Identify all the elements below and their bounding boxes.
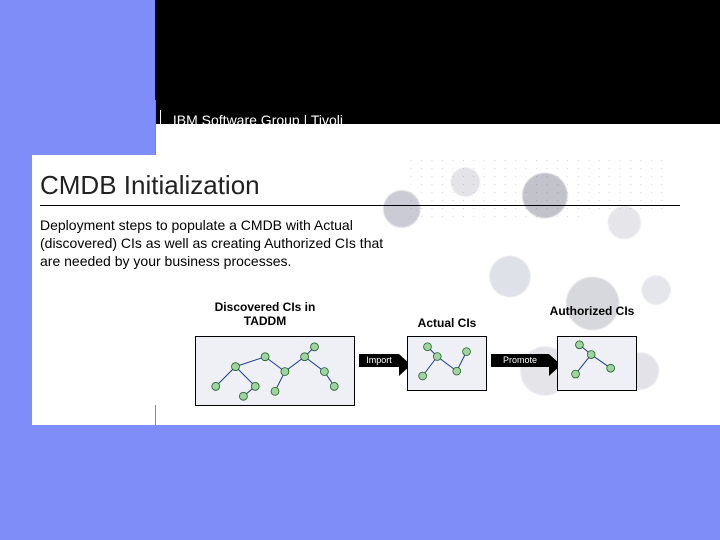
- cmdb-flow-diagram: Discovered CIs in TADDM Actual CIs Autho…: [195, 300, 695, 420]
- graph-discovered-icon: [196, 337, 354, 406]
- title-underline: [40, 205, 680, 206]
- slide-body-text: Deployment steps to populate a CMDB with…: [40, 216, 400, 270]
- breadcrumb-text: IBM Software Group | Tivoli: [173, 112, 343, 128]
- arrow-promote-label: Promote: [503, 355, 537, 365]
- page-title: CMDB Initialization: [40, 170, 680, 201]
- slide-content: CMDB Initialization Deployment steps to …: [40, 170, 680, 270]
- divider-vertical-bottom: [155, 405, 156, 425]
- graph-authorized-icon: [558, 337, 636, 391]
- stage-label-discovered: Discovered CIs in TADDM: [205, 300, 325, 328]
- stage-label-actual: Actual CIs: [407, 316, 487, 330]
- bg-black-top: [155, 0, 720, 124]
- breadcrumb-rule: [160, 110, 161, 130]
- stage-label-authorized: Authorized CIs: [547, 304, 637, 318]
- arrow-import: Import: [359, 354, 399, 367]
- stage-box-authorized: [557, 336, 637, 391]
- stage-box-actual: [407, 336, 487, 391]
- bg-blue-bottom: [155, 425, 720, 540]
- slide-background: [0, 0, 720, 540]
- stage-box-discovered: [195, 336, 355, 406]
- arrow-promote: Promote: [491, 354, 549, 367]
- graph-actual-icon: [408, 337, 486, 391]
- divider-vertical-top: [155, 100, 156, 155]
- breadcrumb: IBM Software Group | Tivoli: [160, 110, 343, 130]
- arrow-import-label: Import: [366, 355, 392, 365]
